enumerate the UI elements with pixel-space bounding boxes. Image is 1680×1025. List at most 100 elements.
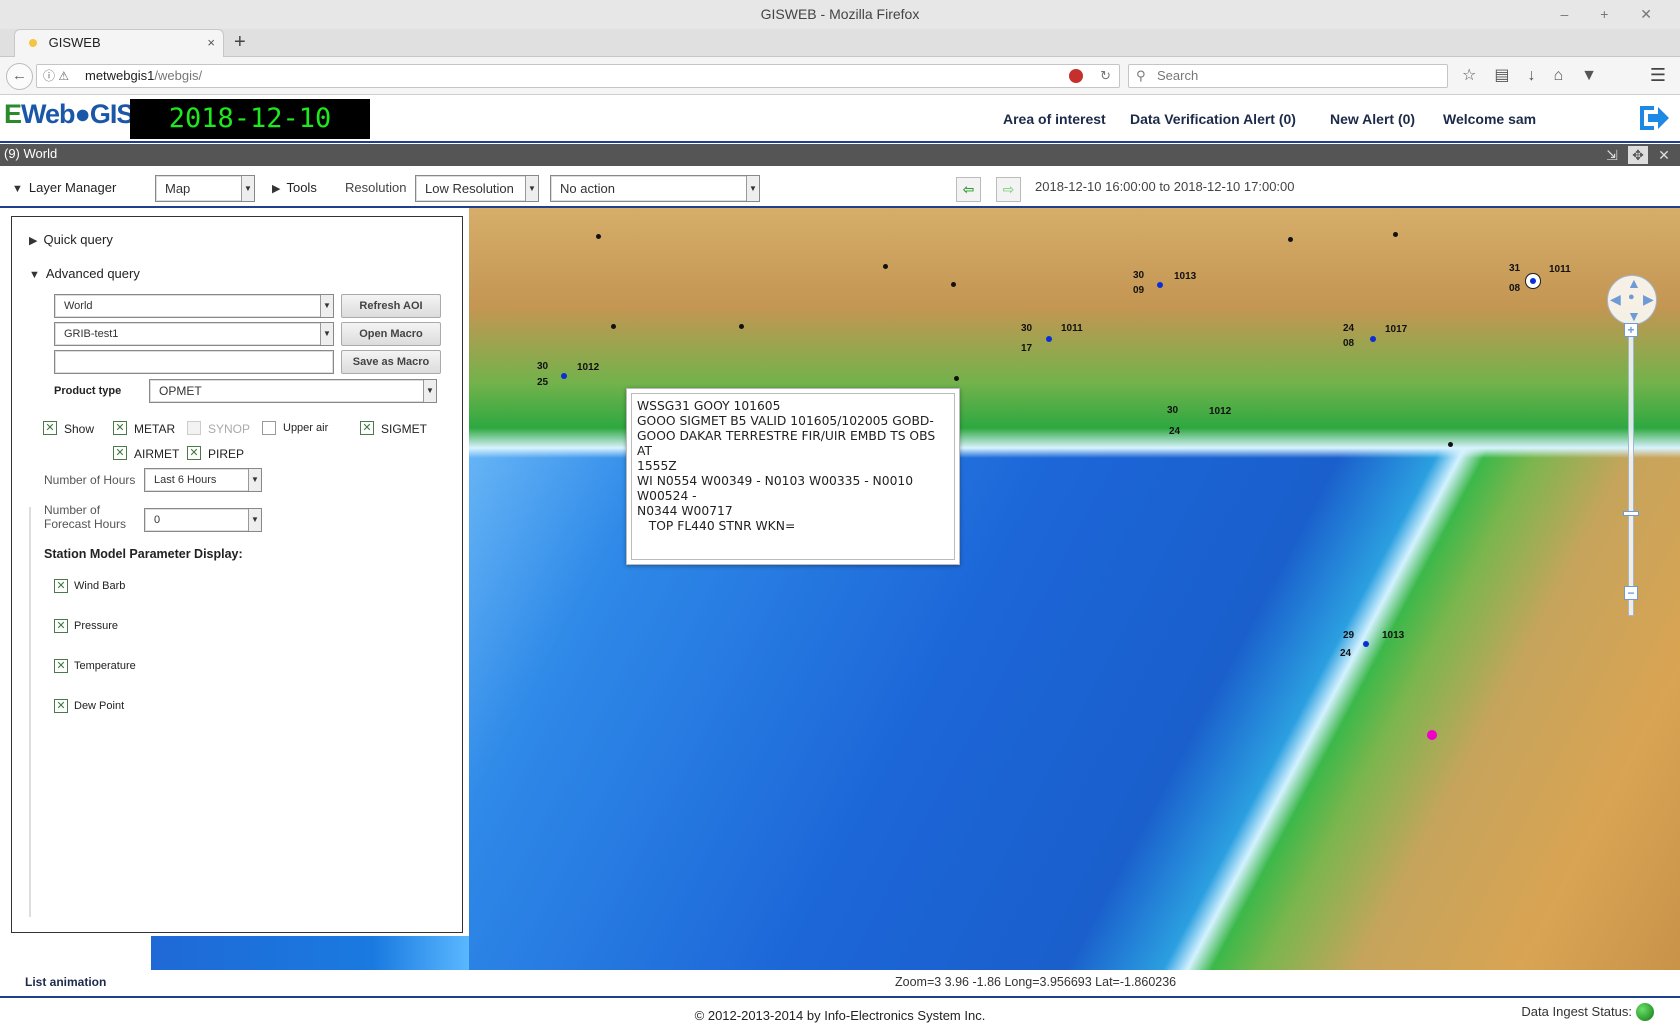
save-as-macro-button[interactable]: Save as Macro	[341, 350, 441, 374]
map-canvas[interactable]: 30 1012 25 30 1013 09 30 1011 17 24 1017…	[469, 208, 1680, 970]
data-verification-alert-link[interactable]: Data Verification Alert (0)	[1130, 111, 1296, 127]
macro-select[interactable]: GRIB-test1 ▼	[54, 322, 334, 346]
search-input[interactable]: ⚲ Search	[1128, 64, 1448, 88]
open-macro-button[interactable]: Open Macro	[341, 322, 441, 346]
station-dot[interactable]	[954, 376, 959, 381]
station-pressure: 1013	[1174, 271, 1197, 282]
pan-right-icon[interactable]: ▶	[1643, 291, 1654, 308]
action-select[interactable]: No action ▼	[550, 175, 760, 202]
resolution-select[interactable]: Low Resolution ▼	[415, 175, 539, 202]
pan-center-icon[interactable]: ●	[1628, 291, 1635, 303]
digital-clock: 2018-12-10 22:51:30	[130, 99, 370, 174]
pirep-checkbox[interactable]: ✕	[187, 446, 201, 460]
chevron-down-icon: ▼	[423, 380, 436, 402]
station-dot[interactable]	[596, 234, 601, 239]
bookmark-star-icon[interactable]: ☆	[1462, 67, 1494, 84]
station-dot[interactable]	[611, 324, 616, 329]
area-of-interest-link[interactable]: Area of interest	[1003, 111, 1106, 127]
sigmet-popup[interactable]: WSSG31 GOOY 101605 GOOO SIGMET B5 VALID …	[626, 388, 960, 565]
window-title: GISWEB - Mozilla Firefox	[760, 6, 920, 22]
station-dot[interactable]	[883, 264, 888, 269]
forecast-label-line1: Number of	[44, 503, 101, 517]
station-marker	[1370, 336, 1376, 342]
airmet-checkbox[interactable]: ✕	[113, 446, 127, 460]
download-icon[interactable]: ↓	[1527, 67, 1553, 84]
advanced-query-toggle[interactable]: ▼ Advanced query	[29, 266, 140, 281]
station-pressure: 1017	[1385, 324, 1408, 335]
pocket-icon[interactable]: ▼	[1581, 67, 1615, 84]
tools-toggle[interactable]: ▶ Tools	[272, 180, 317, 195]
pan-up-icon[interactable]: ▲	[1627, 275, 1641, 291]
layer-manager-toggle[interactable]: ▼ Layer Manager	[12, 180, 116, 195]
upper-air-checkbox[interactable]	[262, 421, 276, 435]
pan-control[interactable]: ▲ ▼ ◀ ▶ ●	[1607, 275, 1657, 325]
upper-air-label: Upper air	[283, 422, 329, 434]
region-select[interactable]: World ▼	[54, 294, 334, 318]
station-temperature: 30	[1167, 405, 1179, 416]
station-dot[interactable]	[1288, 237, 1293, 242]
footer-divider	[0, 996, 1680, 998]
map-type-select[interactable]: Map ▼	[155, 175, 255, 202]
quick-query-toggle[interactable]: ▶ Quick query	[29, 232, 113, 247]
tab-close-icon[interactable]: ×	[207, 30, 215, 56]
minimize-window-icon[interactable]: ⇲	[1602, 146, 1622, 164]
tracking-block-icon[interactable]	[1069, 69, 1083, 83]
new-alert-link[interactable]: New Alert (0)	[1330, 111, 1415, 127]
zoom-slider-handle[interactable]	[1623, 511, 1639, 516]
station-dot[interactable]	[739, 324, 744, 329]
show-checkbox[interactable]: ✕	[43, 421, 57, 435]
forecast-label-line2: Forecast Hours	[44, 517, 127, 531]
zoom-slider-track[interactable]	[1628, 336, 1634, 616]
expand-right-icon: ▶	[272, 183, 281, 195]
metar-checkbox[interactable]: ✕	[113, 421, 127, 435]
browser-tab[interactable]: GISWEB ×	[14, 29, 224, 57]
temperature-checkbox[interactable]: ✕	[54, 659, 68, 673]
pan-down-icon[interactable]: ▼	[1627, 308, 1641, 324]
synop-checkbox[interactable]	[187, 421, 201, 435]
station-dot[interactable]	[1393, 232, 1398, 237]
wind-barb-label: Wind Barb	[74, 580, 126, 592]
window-controls[interactable]: – + ✕	[1561, 0, 1666, 29]
hours-select[interactable]: Last 6 Hours ▼	[144, 468, 262, 492]
close-window-icon[interactable]: ✕	[1654, 146, 1674, 164]
back-button[interactable]: ←	[6, 63, 33, 90]
macro-name-input[interactable]	[54, 350, 334, 374]
dew-point-checkbox[interactable]: ✕	[54, 699, 68, 713]
expand-right-icon: ▶	[29, 235, 38, 247]
chevron-down-icon: ▼	[320, 295, 333, 317]
home-icon[interactable]: ⌂	[1553, 67, 1581, 84]
station-dot[interactable]	[951, 282, 956, 287]
logout-icon[interactable]	[1636, 103, 1670, 133]
new-tab-button[interactable]: +	[234, 29, 246, 55]
pirep-label: PIREP	[208, 447, 245, 461]
synop-label: SYNOP	[208, 422, 251, 436]
zoom-out-icon[interactable]: −	[1624, 586, 1638, 600]
menu-icon[interactable]: ☰	[1650, 65, 1666, 86]
next-time-button[interactable]: ⇨	[996, 177, 1021, 202]
station-pressure: 1011	[1549, 264, 1571, 275]
list-animation-link[interactable]: List animation	[25, 975, 106, 989]
url-bar[interactable]: ⓘ ⚠ metwebgis1/webgis/ ↻	[36, 64, 1120, 88]
reload-icon[interactable]: ↻	[1100, 65, 1111, 87]
maximize-window-icon[interactable]: ✥	[1628, 146, 1648, 164]
refresh-aoi-button[interactable]: Refresh AOI	[341, 294, 441, 318]
library-icon[interactable]: ▤	[1494, 67, 1527, 84]
favicon-icon	[29, 39, 37, 47]
copyright-text: © 2012-2013-2014 by Info-Electronics Sys…	[694, 1008, 986, 1023]
station-dot[interactable]	[1448, 442, 1453, 447]
sigmet-marker[interactable]	[1427, 730, 1437, 740]
sigmet-checkbox[interactable]: ✕	[360, 421, 374, 435]
forecast-hours-select[interactable]: 0 ▼	[144, 508, 262, 532]
site-info-icon[interactable]: ⓘ ⚠	[43, 65, 69, 87]
station-marker	[561, 373, 567, 379]
previous-time-button[interactable]: ⇦	[956, 177, 981, 202]
product-type-select[interactable]: OPMET ▼	[149, 379, 437, 403]
ingest-status-icon	[1636, 1003, 1654, 1021]
station-temperature: 24	[1343, 323, 1355, 334]
logo-text: Web●GIS	[21, 99, 134, 129]
zoom-in-icon[interactable]: +	[1624, 323, 1638, 337]
pan-left-icon[interactable]: ◀	[1610, 291, 1621, 308]
webgis-logo: EWeb●GIS	[4, 99, 134, 130]
pressure-checkbox[interactable]: ✕	[54, 619, 68, 633]
wind-barb-checkbox[interactable]: ✕	[54, 579, 68, 593]
